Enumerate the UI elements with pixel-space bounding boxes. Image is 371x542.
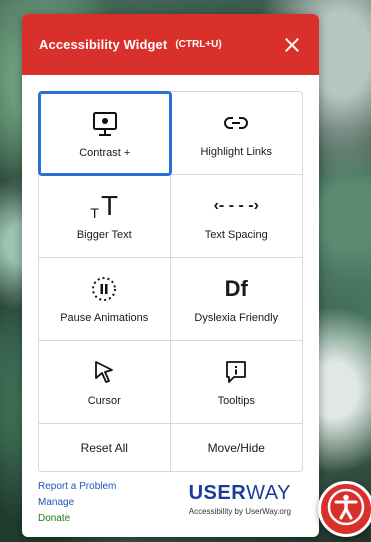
bigger-text-label: Bigger Text <box>76 229 132 241</box>
cursor-icon <box>93 357 115 387</box>
contrast-button[interactable]: Contrast + <box>38 91 172 176</box>
dyslexia-font-icon: Df <box>225 274 248 304</box>
widget-footer: Report a Problem Manage Donate USERWAY A… <box>38 479 303 534</box>
tools-grid: Contrast + Highlight Links T T Bigger Te… <box>38 91 303 472</box>
text-spacing-label: Text Spacing <box>204 229 268 241</box>
widget-header: Accessibility Widget (CTRL+U) <box>22 14 319 75</box>
accessibility-person-icon <box>326 487 366 532</box>
move-hide-label: Move/Hide <box>207 440 265 455</box>
cursor-button[interactable]: Cursor <box>39 341 171 424</box>
highlight-links-label: Highlight Links <box>200 146 273 158</box>
tooltips-label: Tooltips <box>217 395 255 407</box>
contrast-label: Contrast + <box>79 146 131 159</box>
accessibility-floating-button[interactable] <box>318 481 371 537</box>
tooltips-button[interactable]: Tooltips <box>170 341 302 424</box>
brand-subtitle: Accessibility by UserWay.org <box>188 507 291 516</box>
spacing-glyph: ‹- - - -› <box>213 197 259 214</box>
accessibility-widget-panel: Accessibility Widget (CTRL+U) Contrast + <box>22 14 319 537</box>
reset-all-label: Reset All <box>80 440 128 455</box>
userway-brand[interactable]: USERWAY Accessibility by UserWay.org <box>189 482 291 516</box>
dyslexia-friendly-label: Dyslexia Friendly <box>194 312 279 324</box>
tooltip-icon <box>224 357 248 387</box>
large-t-glyph: T <box>100 190 119 221</box>
highlight-links-button[interactable]: Highlight Links <box>170 92 302 175</box>
pause-icon <box>90 274 118 304</box>
contrast-monitor-icon <box>91 109 119 139</box>
small-t-glyph: T <box>90 205 99 221</box>
cursor-label: Cursor <box>87 395 121 407</box>
link-icon <box>224 108 249 138</box>
bigger-text-icon: T T <box>90 190 119 222</box>
pause-animations-label: Pause Animations <box>60 312 149 324</box>
bigger-text-button[interactable]: T T Bigger Text <box>39 175 171 258</box>
text-spacing-button[interactable]: ‹- - - -› Text Spacing <box>170 175 302 258</box>
widget-title: Accessibility Widget <box>39 37 168 52</box>
dyslexia-friendly-button[interactable]: Df Dyslexia Friendly <box>170 258 302 341</box>
move-hide-button[interactable]: Move/Hide <box>171 424 303 471</box>
userway-logo: USERWAY <box>188 482 291 504</box>
reset-all-button[interactable]: Reset All <box>39 424 171 471</box>
dyslexia-glyph: Df <box>224 276 248 301</box>
keyboard-shortcut: (CTRL+U) <box>175 39 222 50</box>
text-spacing-icon: ‹- - - -› <box>214 191 259 221</box>
close-icon[interactable] <box>281 34 303 56</box>
pause-animations-button[interactable]: Pause Animations <box>39 258 171 341</box>
